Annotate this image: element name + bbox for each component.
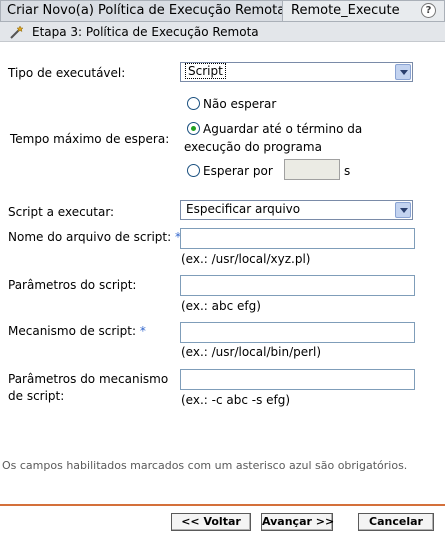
wizard-wand-icon xyxy=(10,25,24,39)
radio-wait-until-end-label: Aguardar até o término da xyxy=(203,122,363,136)
script-to-run-select[interactable]: Especificar arquivo xyxy=(180,200,413,220)
script-engine-example: (ex.: /usr/local/bin/perl) xyxy=(181,345,322,359)
script-params-example: (ex.: abc efg) xyxy=(181,299,261,313)
script-file-example: (ex.: /usr/local/xyz.pl) xyxy=(181,252,311,266)
engine-params-example: (ex.: -c abc -s efg) xyxy=(181,393,291,407)
wait-seconds-input[interactable] xyxy=(284,159,340,180)
script-to-run-label: Script a executar: xyxy=(8,205,115,219)
radio-no-wait-control[interactable] xyxy=(187,97,200,110)
executable-type-value: Script xyxy=(185,63,226,79)
chevron-down-icon xyxy=(395,64,411,80)
chevron-down-icon xyxy=(395,202,411,218)
step-header: Etapa 3: Política de Execução Remota xyxy=(0,22,445,42)
engine-params-input[interactable] xyxy=(180,369,415,390)
radio-wait-for-control[interactable] xyxy=(187,164,200,177)
executable-type-label: Tipo de executável: xyxy=(8,66,126,80)
radio-wait-for[interactable]: Esperar por xyxy=(187,163,273,179)
wait-time-label: Tempo máximo de espera: xyxy=(10,132,170,146)
back-button[interactable]: << Voltar xyxy=(171,513,251,531)
engine-params-label-line2: de script: xyxy=(8,389,65,403)
radio-wait-for-label: Esperar por xyxy=(203,164,273,178)
radio-wait-until-end-control[interactable] xyxy=(187,122,200,135)
executable-type-select[interactable]: Script xyxy=(180,62,413,82)
script-engine-input[interactable] xyxy=(180,322,415,343)
cancel-button[interactable]: Cancelar xyxy=(358,513,434,531)
required-asterisk: * xyxy=(139,324,146,338)
required-fields-note: Os campos habilitados marcados com um as… xyxy=(2,459,408,472)
script-file-label-text: Nome do arquivo de script: xyxy=(8,230,172,244)
radio-no-wait-label: Não esperar xyxy=(203,97,277,111)
help-icon[interactable]: ? xyxy=(421,3,436,18)
window-title: Criar Novo(a) Política de Execução Remot… xyxy=(0,0,285,22)
radio-wait-until-end-label-cont: execução do programa xyxy=(184,140,322,154)
step-title: Etapa 3: Política de Execução Remota xyxy=(32,25,259,39)
script-params-label: Parâmetros do script: xyxy=(8,278,137,292)
script-file-input[interactable] xyxy=(180,228,415,249)
radio-no-wait[interactable]: Não esperar xyxy=(187,96,276,112)
script-params-input[interactable] xyxy=(180,275,415,296)
script-engine-label: Mecanismo de script: * xyxy=(8,323,146,339)
next-button[interactable]: Avançar >> xyxy=(261,513,334,531)
script-engine-label-text: Mecanismo de script: xyxy=(8,324,137,338)
radio-wait-until-end[interactable]: Aguardar até o término da xyxy=(187,121,362,137)
footer-divider xyxy=(0,504,445,506)
engine-params-label-line1: Parâmetros do mecanismo xyxy=(8,372,169,386)
title-bar: Criar Novo(a) Política de Execução Remot… xyxy=(0,0,445,22)
script-file-label: Nome do arquivo de script: * xyxy=(8,229,181,245)
script-to-run-value: Especificar arquivo xyxy=(186,202,301,216)
wait-seconds-unit: s xyxy=(344,164,351,178)
